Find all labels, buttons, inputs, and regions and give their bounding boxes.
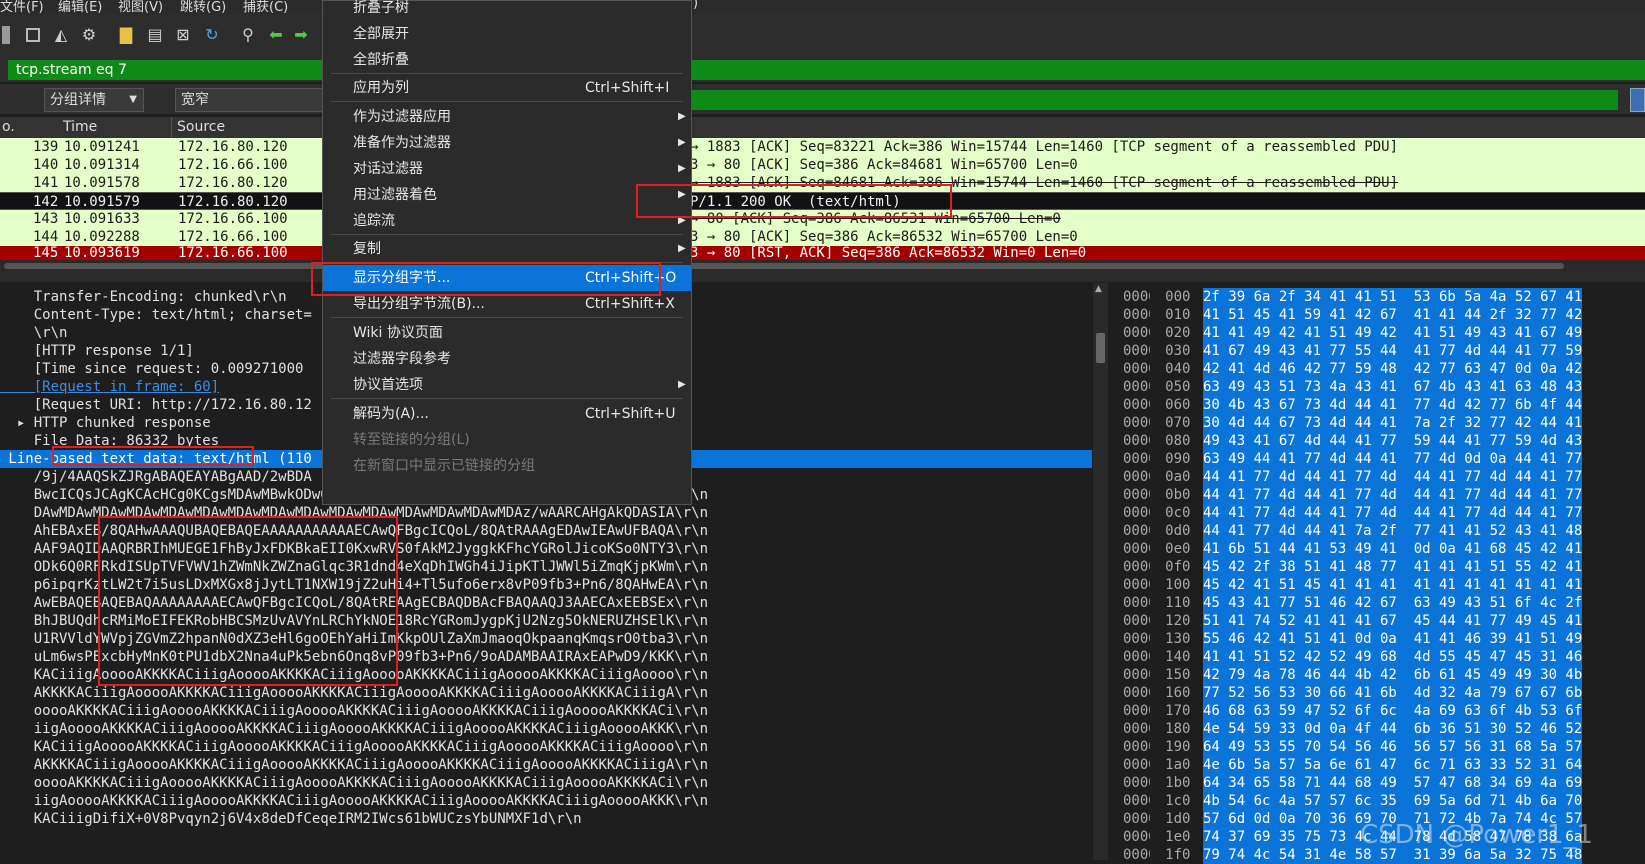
menu-tail: ) (693, 0, 699, 11)
restart-capture-icon[interactable]: ◭ (52, 26, 70, 44)
chevron-right-icon: ▶ (678, 111, 686, 122)
chevron-right-icon: ▶ (678, 379, 686, 390)
detail-line[interactable]: AKKKKACiiigAooooAKKKKACiiigAooooAKKKKACi… (0, 756, 708, 774)
column-time[interactable]: Time (63, 117, 97, 138)
chevron-right-icon: ▶ (678, 243, 686, 254)
start-capture-icon[interactable] (2, 26, 10, 44)
find-packet-icon[interactable]: ⚲ (239, 26, 257, 44)
close-file-icon[interactable]: ⊠ (174, 26, 192, 44)
packet-row[interactable]: 144 10.092288 172.16.66.100 3 → 80 [ACK] Se… (0, 228, 1645, 246)
menu-file[interactable]: 文件(F) (0, 0, 44, 14)
detail-line[interactable]: KACiiigAooooAKKKKACiiigAooooAKKKKACiiigA… (0, 738, 708, 756)
detail-line[interactable]: iigAooooAKKKKACiiigAooooAKKKKACiiigAoooo… (0, 720, 708, 738)
menu-item-show-linked-packet-new-window: 在新窗口中显示已链接的分组 (353, 458, 535, 474)
watermark: CSDN @Power1_1 (1360, 820, 1594, 850)
detail-line[interactable]: \r\n (0, 324, 68, 342)
menu-item-apply-as-column[interactable]: 应用为列 Ctrl+Shift+I (323, 75, 691, 101)
search-scope-select[interactable]: 分组详情 ▼ (44, 88, 144, 112)
menu-item-prepare-filter[interactable]: 准备作为过滤器 ▶ (323, 130, 691, 156)
charset-select[interactable]: 宽窄 (175, 88, 325, 112)
menu-item-expand-all[interactable]: 全部展开 (323, 21, 691, 47)
packet-bytes-pane: 000000002f 39 6a 2f 34 41 41 51 53 6b 5a… (1123, 288, 1645, 864)
charset-value: 宽窄 (181, 92, 209, 108)
details-vscrollbar[interactable]: ▲ (1093, 283, 1108, 860)
menu-item-protocol-preferences[interactable]: 协议首选项 ▶ (323, 372, 691, 398)
packet-row[interactable]: 139 10.091241 172.16.80.120 → 1883 [ACK] Se… (0, 138, 1645, 156)
annotation-box-data-region (98, 516, 398, 686)
display-filter-input[interactable]: tcp.stream eq 7 (8, 60, 1645, 80)
main-toolbar: ◭ ⚙ ▇ ▤ ⊠ ↻ ⚲ ⬅ ➡ (0, 14, 1645, 56)
detail-line[interactable]: ooooAKKKKACiiigAooooAKKKKACiiigAooooAKKK… (0, 774, 708, 792)
packet-list-hscrollbar[interactable] (0, 260, 1645, 272)
menu-item-collapse-all[interactable]: 全部折叠 (323, 47, 691, 73)
menu-item-apply-as-filter[interactable]: 作为过滤器应用 ▶ (323, 104, 691, 130)
column-source[interactable]: Source (177, 117, 225, 138)
search-input[interactable] (690, 90, 1618, 110)
menu-edit[interactable]: 编辑(E) (58, 0, 102, 14)
go-back-icon[interactable]: ⬅ (267, 26, 285, 44)
reload-file-icon[interactable]: ↻ (203, 26, 221, 44)
menu-item-go-to-linked-packet: 转至链接的分组(L) (353, 432, 470, 448)
detail-line[interactable]: ooooAKKKKACiiigAooooAKKKKACiiigAooooAKKK… (0, 702, 708, 720)
context-menu: 折叠子树 全部展开 全部折叠 应用为列 Ctrl+Shift+I 作为过滤器应用 ▶… (322, 0, 692, 505)
menu-view[interactable]: 视图(V) (118, 0, 163, 14)
packet-row[interactable]: 145 10.093619 172.16.66.100 3 → 80 [RST, AC… (0, 246, 1645, 260)
annotation-box-show-bytes (311, 262, 661, 296)
menu-go[interactable]: 跳转(G) (180, 0, 226, 14)
hex-divider (1150, 283, 1165, 860)
request-frame-link[interactable]: [Request in frame: 60] (0, 378, 219, 396)
scroll-up-icon[interactable]: ▲ (1095, 284, 1102, 294)
search-scope-value: 分组详情 (50, 92, 106, 108)
menu-item-filter-field-reference[interactable]: 过滤器字段参考 (323, 346, 691, 372)
packet-list-header: o. Time Source (0, 117, 1645, 138)
detail-line[interactable]: [HTTP response 1/1] (0, 342, 194, 360)
detail-line[interactable]: [Request URI: http://172.16.80.12 (0, 396, 312, 414)
go-forward-icon[interactable]: ➡ (292, 26, 310, 44)
chevron-right-icon: ▶ (678, 163, 686, 174)
pane-splitter[interactable] (0, 272, 1645, 282)
annotation-box-line-based-text (52, 446, 254, 466)
detail-line[interactable]: Content-Type: text/html; charset= (0, 306, 312, 324)
chunked-response-node[interactable]: ▸ HTTP chunked response (0, 414, 211, 432)
detail-line[interactable]: AKKKKACiiigAooooAKKKKACiiigAooooAKKKKACi… (0, 684, 708, 702)
detail-line[interactable]: [Time since request: 0.009271000 (0, 360, 304, 378)
menu-item-copy[interactable]: 复制 ▶ (323, 236, 691, 262)
menu-item-decode-as[interactable]: 解码为(A)... Ctrl+Shift+U (323, 401, 691, 427)
detail-line[interactable]: iigAooooAKKKKACiiigAooooAKKKKACiiigAoooo… (0, 792, 708, 810)
find-button[interactable] (1630, 88, 1645, 112)
detail-line[interactable]: Transfer-Encoding: chunked\r\n (0, 288, 287, 306)
menu-item-conversation-filter[interactable]: 对话过滤器 ▶ (323, 156, 691, 182)
menu-bar: 文件(F) 编辑(E) 视图(V) 跳转(G) 捕获(C) ) (0, 0, 1645, 14)
capture-options-icon[interactable]: ⚙ (80, 26, 98, 44)
menu-item-wiki-protocol-page[interactable]: Wiki 协议页面 (323, 320, 691, 346)
chevron-right-icon: ▶ (678, 137, 686, 148)
menu-item-collapse-subtrees[interactable]: 折叠子树 (323, 0, 691, 21)
packet-row[interactable]: 140 10.091314 172.16.66.100 3 → 80 [ACK] Se… (0, 156, 1645, 174)
stop-capture-icon[interactable] (24, 26, 42, 44)
detail-line[interactable]: KACiiigDifiX+0V8Pvqyn2j6V4x8deDfCeqeIRM2… (0, 810, 582, 828)
column-no[interactable]: o. (2, 117, 15, 138)
menu-capture[interactable]: 捕获(C) (243, 0, 288, 14)
save-file-icon[interactable]: ▤ (146, 26, 164, 44)
chevron-down-icon: ▼ (129, 94, 137, 105)
open-file-icon[interactable]: ▇ (117, 26, 135, 44)
annotation-box-http-ok (636, 184, 952, 218)
